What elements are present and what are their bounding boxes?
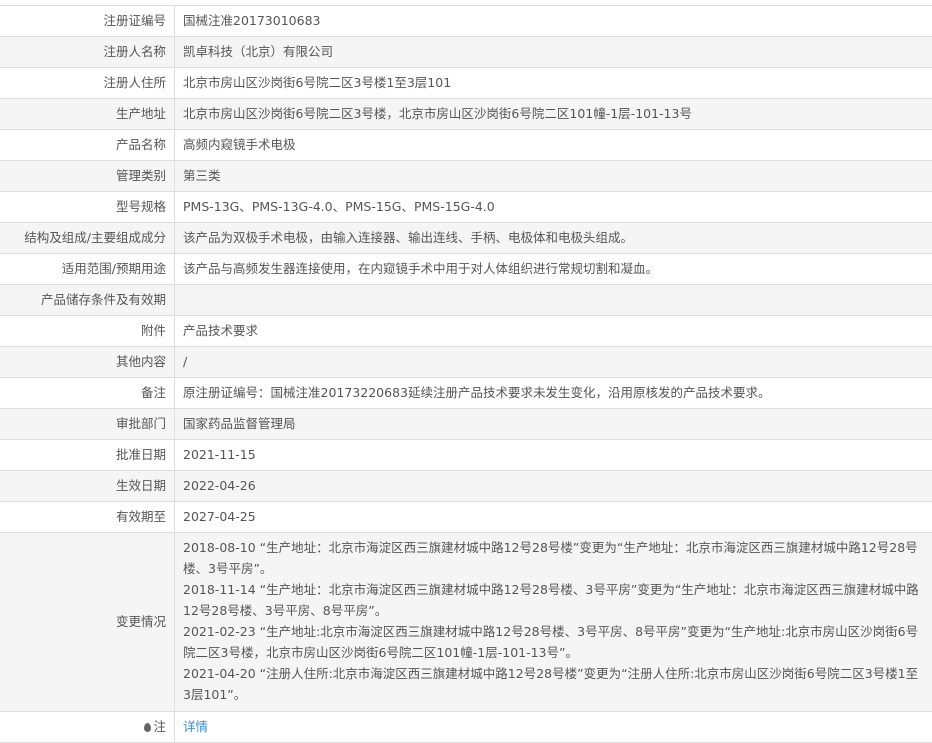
field-value: 北京市房山区沙岗街6号院二区3号楼1至3层101 — [175, 68, 932, 99]
registration-detail-table: 注册证编号国械注准20173010683注册人名称凯卓科技（北京）有限公司注册人… — [0, 5, 932, 743]
field-label: 注册人住所 — [0, 68, 175, 99]
field-label: 注册人名称 — [0, 37, 175, 68]
note-label: 注 — [153, 719, 166, 734]
field-label: 产品名称 — [0, 130, 175, 161]
field-label: 型号规格 — [0, 192, 175, 223]
table-row: 注册人名称凯卓科技（北京）有限公司 — [0, 37, 932, 68]
field-value: 第三类 — [175, 161, 932, 192]
note-row: 注 详情 — [0, 712, 932, 743]
table-row: 有效期至2027-04-25 — [0, 502, 932, 533]
table-row: 适用范围/预期用途该产品与高频发生器连接使用，在内窥镜手术中用于对人体组织进行常… — [0, 254, 932, 285]
field-value: 凯卓科技（北京）有限公司 — [175, 37, 932, 68]
field-value: 高频内窥镜手术电极 — [175, 130, 932, 161]
changes-row: 变更情况 2018-08-10 “生产地址：北京市海淀区西三旗建材城中路12号2… — [0, 533, 932, 712]
field-value: 原注册证编号：国械注准20173220683延续注册产品技术要求未发生变化，沿用… — [175, 378, 932, 409]
table-row: 生效日期2022-04-26 — [0, 471, 932, 502]
field-value: 该产品为双极手术电极，由输入连接器、输出连线、手柄、电极体和电极头组成。 — [175, 223, 932, 254]
table-row: 备注原注册证编号：国械注准20173220683延续注册产品技术要求未发生变化，… — [0, 378, 932, 409]
field-label: 结构及组成/主要组成成分 — [0, 223, 175, 254]
field-value — [175, 285, 932, 316]
field-label: 产品储存条件及有效期 — [0, 285, 175, 316]
field-value: PMS-13G、PMS-13G-4.0、PMS-15G、PMS-15G-4.0 — [175, 192, 932, 223]
table-row: 其他内容/ — [0, 347, 932, 378]
field-label: 注册证编号 — [0, 6, 175, 37]
table-row: 产品名称高频内窥镜手术电极 — [0, 130, 932, 161]
table-row: 结构及组成/主要组成成分该产品为双极手术电极，由输入连接器、输出连线、手柄、电极… — [0, 223, 932, 254]
details-link[interactable]: 详情 — [183, 719, 208, 734]
change-item: 2018-11-14 “生产地址：北京市海淀区西三旗建材城中路12号28号楼、3… — [183, 579, 924, 621]
changes-list: 2018-08-10 “生产地址：北京市海淀区西三旗建材城中路12号28号楼”变… — [175, 533, 932, 712]
field-value: 国械注准20173010683 — [175, 6, 932, 37]
table-row: 注册人住所北京市房山区沙岗街6号院二区3号楼1至3层101 — [0, 68, 932, 99]
change-item: 2021-02-23 “生产地址:北京市海淀区西三旗建材城中路12号28号楼、3… — [183, 621, 924, 663]
table-row: 型号规格PMS-13G、PMS-13G-4.0、PMS-15G、PMS-15G-… — [0, 192, 932, 223]
table-row: 附件产品技术要求 — [0, 316, 932, 347]
change-item: 2018-08-10 “生产地址：北京市海淀区西三旗建材城中路12号28号楼”变… — [183, 537, 924, 579]
table-row: 注册证编号国械注准20173010683 — [0, 6, 932, 37]
field-label: 管理类别 — [0, 161, 175, 192]
change-item: 2021-04-20 “注册人住所:北京市海淀区西三旗建材城中路12号28号楼”… — [183, 663, 924, 705]
field-value: 2022-04-26 — [175, 471, 932, 502]
field-label: 审批部门 — [0, 409, 175, 440]
field-label: 生效日期 — [0, 471, 175, 502]
pin-icon — [144, 723, 151, 732]
table-row: 管理类别第三类 — [0, 161, 932, 192]
field-label: 生产地址 — [0, 99, 175, 130]
field-value: 2021-11-15 — [175, 440, 932, 471]
field-value: / — [175, 347, 932, 378]
field-value: 国家药品监督管理局 — [175, 409, 932, 440]
field-label: 有效期至 — [0, 502, 175, 533]
field-label: 适用范围/预期用途 — [0, 254, 175, 285]
field-value: 产品技术要求 — [175, 316, 932, 347]
table-row: 批准日期2021-11-15 — [0, 440, 932, 471]
field-label: 变更情况 — [0, 533, 175, 712]
field-label: 注 — [0, 712, 175, 743]
table-row: 审批部门国家药品监督管理局 — [0, 409, 932, 440]
field-label: 其他内容 — [0, 347, 175, 378]
field-label: 备注 — [0, 378, 175, 409]
field-label: 批准日期 — [0, 440, 175, 471]
field-value: 2027-04-25 — [175, 502, 932, 533]
field-value: 北京市房山区沙岗街6号院二区3号楼，北京市房山区沙岗街6号院二区101幢-1层-… — [175, 99, 932, 130]
table-row: 产品储存条件及有效期 — [0, 285, 932, 316]
field-label: 附件 — [0, 316, 175, 347]
table-row: 生产地址北京市房山区沙岗街6号院二区3号楼，北京市房山区沙岗街6号院二区101幢… — [0, 99, 932, 130]
field-value: 该产品与高频发生器连接使用，在内窥镜手术中用于对人体组织进行常规切割和凝血。 — [175, 254, 932, 285]
